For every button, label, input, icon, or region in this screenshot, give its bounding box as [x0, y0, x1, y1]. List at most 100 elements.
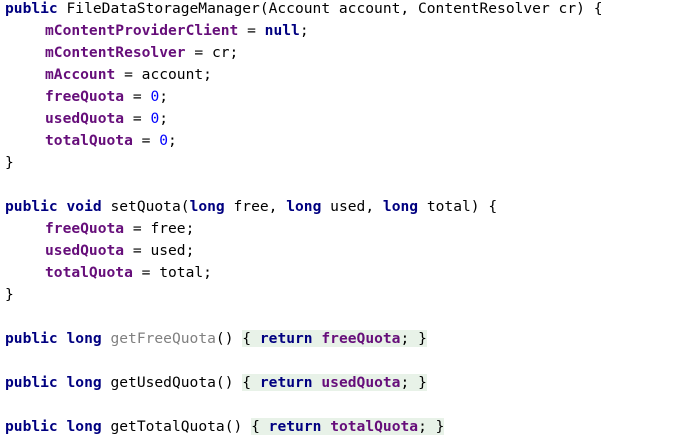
field-name: usedQuota [45, 242, 125, 259]
field-name: totalQuota [330, 418, 419, 435]
parens: () [215, 330, 234, 347]
folded-body[interactable]: { return totalQuota; } [251, 418, 445, 435]
assign-operator: = [124, 88, 151, 105]
assign-operator: = [238, 22, 265, 39]
param-text: used, [321, 198, 383, 215]
method-name: getTotalQuota [110, 418, 225, 435]
semicolon: ; [400, 330, 410, 347]
method-name: getUsedQuota [110, 374, 216, 391]
variable: total [159, 264, 204, 281]
semicolon: ; [400, 374, 410, 391]
keyword: public [5, 198, 58, 215]
field-name: usedQuota [45, 110, 125, 127]
keyword: long [286, 198, 322, 215]
keyword: void [66, 198, 102, 215]
code-editor[interactable]: public FileDataStorageManager(Account ac… [0, 0, 690, 437]
code-line-set-total: totalQuota = total; [5, 263, 212, 283]
constructor-name: FileDataStorageManager [66, 0, 260, 17]
brace: } [5, 154, 14, 171]
folded-body[interactable]: { return freeQuota; } [242, 330, 427, 347]
param-text: free, [224, 198, 287, 215]
brace: } [435, 418, 445, 435]
field-name: freeQuota [45, 220, 125, 237]
assign-operator: = [185, 44, 212, 61]
brace: { [488, 198, 498, 215]
field-name: mAccount [45, 66, 116, 83]
assign-operator: = [124, 242, 151, 259]
semicolon: ; [299, 22, 309, 39]
assign-operator: = [124, 110, 151, 127]
keyword: public [5, 330, 58, 347]
keyword: return [259, 330, 313, 347]
brace: { [593, 0, 603, 17]
keyword: public [5, 0, 58, 17]
keyword: long [189, 198, 225, 215]
parens: () [224, 418, 243, 435]
brace: } [5, 286, 14, 303]
code-line-set-used: usedQuota = used; [5, 241, 194, 261]
number-literal: 0 [150, 110, 160, 127]
number-literal: 0 [159, 132, 169, 149]
assign-operator: = [132, 132, 160, 149]
assign-operator: = [124, 220, 151, 237]
variable: used [150, 242, 186, 259]
keyword: long [66, 418, 102, 435]
field-name: totalQuota [45, 132, 133, 149]
semicolon: ; [185, 242, 195, 259]
keyword: long [382, 198, 419, 215]
number-literal: 0 [150, 88, 160, 105]
method-name: setQuota [110, 198, 181, 215]
semicolon: ; [168, 132, 177, 149]
brace: } [418, 374, 427, 391]
assign-operator: = [132, 264, 160, 281]
brace: { [242, 374, 252, 391]
code-line-resolver: mContentResolver = cr; [5, 43, 238, 63]
field-name: usedQuota [321, 374, 401, 391]
variable: cr [211, 44, 230, 61]
semicolon: ; [203, 66, 212, 83]
field-name: totalQuota [45, 264, 133, 281]
field-name: mContentProviderClient [45, 22, 239, 39]
code-line-account: mAccount = account; [5, 65, 212, 85]
method-name-unused: getFreeQuota [110, 330, 216, 347]
code-line-used-quota-init: usedQuota = 0; [5, 109, 168, 129]
code-line-close-brace: } [5, 285, 14, 305]
brace: { [251, 418, 260, 435]
brace: { [242, 330, 252, 347]
param-text: ( [180, 198, 190, 215]
brace: } [418, 330, 427, 347]
keyword: return [259, 374, 313, 391]
param-text: total) [418, 198, 489, 215]
constructor-params: (Account account, ContentResolver cr) [259, 0, 585, 17]
semicolon: ; [229, 44, 239, 61]
keyword: public [5, 374, 58, 391]
parens: () [215, 374, 234, 391]
code-line-provider-client: mContentProviderClient = null; [5, 21, 309, 41]
code-line-get-total-quota: public long getTotalQuota() { return tot… [5, 417, 445, 437]
semicolon: ; [418, 418, 427, 435]
code-line-free-quota-init: freeQuota = 0; [5, 87, 168, 107]
variable: account [141, 66, 204, 83]
code-line-close-brace: } [5, 153, 14, 173]
field-name: freeQuota [321, 330, 401, 347]
semicolon: ; [185, 220, 195, 237]
semicolon: ; [203, 264, 212, 281]
semicolon: ; [159, 88, 169, 105]
code-line-set-quota-signature: public void setQuota(long free, long use… [5, 197, 497, 217]
semicolon: ; [159, 110, 169, 127]
keyword: long [66, 330, 102, 347]
field-name: freeQuota [45, 88, 125, 105]
code-line-constructor-signature: public FileDataStorageManager(Account ac… [5, 0, 603, 19]
code-line-set-free: freeQuota = free; [5, 219, 194, 239]
code-line-get-used-quota: public long getUsedQuota() { return used… [5, 373, 427, 393]
assign-operator: = [115, 66, 142, 83]
variable: free [150, 220, 186, 237]
keyword: null [264, 22, 300, 39]
keyword: long [66, 374, 102, 391]
folded-body[interactable]: { return usedQuota; } [242, 374, 427, 391]
keyword: return [268, 418, 322, 435]
code-line-total-quota-init: totalQuota = 0; [5, 131, 177, 151]
keyword: public [5, 418, 58, 435]
code-line-get-free-quota: public long getFreeQuota() { return free… [5, 329, 427, 349]
field-name: mContentResolver [45, 44, 186, 61]
